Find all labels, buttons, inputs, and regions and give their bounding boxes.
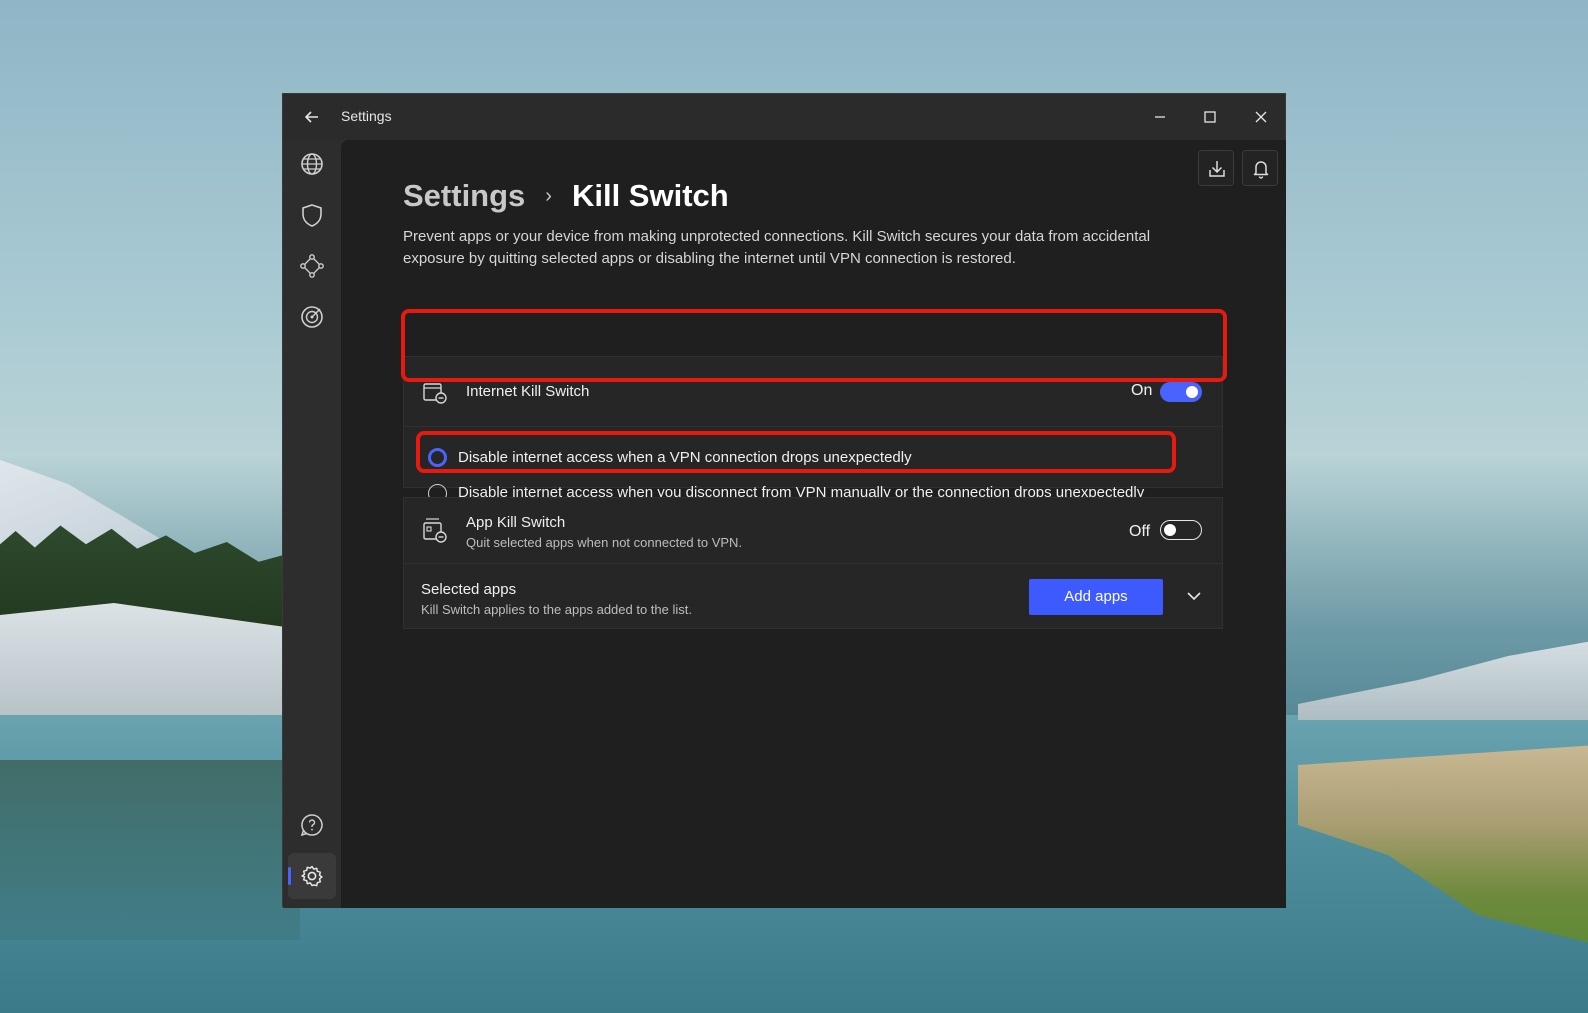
sidebar-rail [283, 140, 341, 908]
toggle-knob [1186, 386, 1198, 398]
internet-kill-switch-toggle[interactable] [1160, 382, 1202, 402]
app-kill-switch-toggle[interactable] [1160, 520, 1202, 540]
app-kill-switch-icon [420, 516, 450, 546]
title-bar: Settings [283, 94, 1285, 140]
app-kill-switch-title: App Kill Switch [466, 514, 566, 531]
internet-kill-switch-icon [420, 377, 450, 407]
lake-reflection [0, 760, 300, 940]
app-kill-switch-subtitle: Quit selected apps when not connected to… [466, 535, 743, 550]
chevron-right-icon: › [545, 184, 552, 207]
page-description: Prevent apps or your device from making … [403, 228, 1151, 267]
back-arrow-icon[interactable] [301, 106, 323, 128]
download-icon[interactable] [1198, 150, 1234, 186]
add-apps-button[interactable]: Add apps [1029, 579, 1163, 615]
internet-kill-switch-row: Internet Kill Switch On [404, 357, 1222, 427]
content-panel: Settings › Kill Switch Prevent apps or y… [341, 140, 1286, 908]
chevron-down-icon[interactable] [1182, 584, 1206, 608]
help-icon[interactable] [297, 810, 327, 840]
settings-window: Settings Settings › Kill Switch Prevent … [282, 93, 1286, 908]
app-kill-switch-card: App Kill Switch Quit selected apps when … [403, 497, 1223, 629]
page-title: Kill Switch [571, 178, 729, 213]
window-title: Settings [341, 108, 392, 124]
settings-gear-icon[interactable] [297, 861, 327, 891]
breadcrumb: Settings › Kill Switch [403, 178, 729, 214]
internet-kill-switch-card: Internet Kill Switch On Disable internet… [403, 356, 1223, 503]
toggle-knob [1164, 523, 1176, 536]
radar-icon[interactable] [297, 302, 327, 332]
internet-kill-switch-title: Internet Kill Switch [466, 383, 590, 400]
selected-apps-row: Selected apps Kill Switch applies to the… [404, 564, 1222, 630]
radio-label-drop-only[interactable]: Disable internet access when a VPN conne… [458, 449, 912, 466]
selected-apps-title: Selected apps [421, 581, 517, 598]
minimize-icon[interactable] [1145, 102, 1175, 132]
app-kill-switch-state: Off [1129, 523, 1151, 540]
meshnet-icon[interactable] [297, 251, 327, 281]
bell-icon[interactable] [1242, 150, 1278, 186]
shield-icon[interactable] [297, 200, 327, 230]
radio-option-drop-only[interactable] [428, 448, 447, 467]
close-icon[interactable] [1246, 102, 1276, 132]
internet-kill-switch-state: On [1131, 382, 1153, 399]
active-nav-indicator [288, 867, 291, 885]
globe-icon[interactable] [297, 149, 327, 179]
selected-apps-subtitle: Kill Switch applies to the apps added to… [421, 602, 692, 617]
mountain-right [1298, 640, 1588, 720]
maximize-icon[interactable] [1195, 102, 1225, 132]
breadcrumb-parent[interactable]: Settings [403, 178, 525, 214]
app-kill-switch-row: App Kill Switch Quit selected apps when … [404, 498, 1222, 564]
